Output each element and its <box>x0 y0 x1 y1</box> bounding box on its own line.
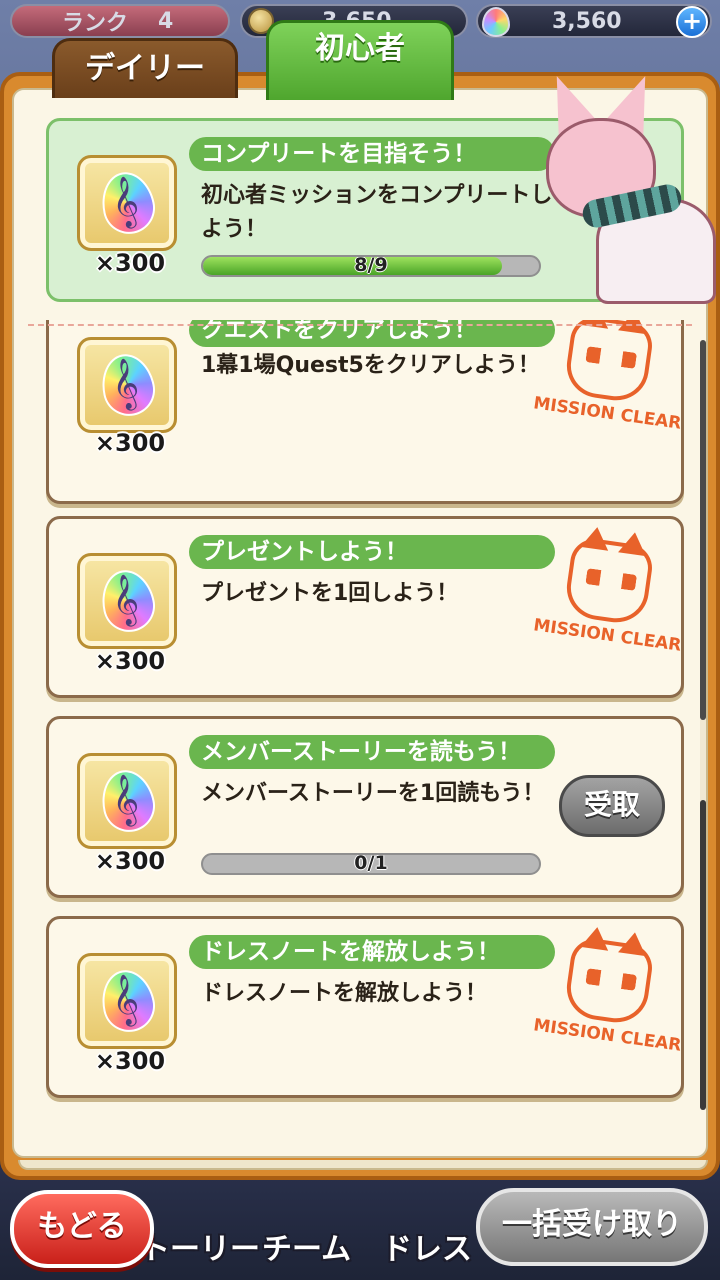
mission-description: 1幕1場Quest5をクリアしよう！ <box>201 353 540 378</box>
progress-text: 0/1 <box>354 853 388 874</box>
rank-value: 4 <box>158 8 174 34</box>
stamp-face-icon <box>562 535 656 627</box>
mission-clear-stamp: MISSION CLEAR <box>532 929 683 1076</box>
scroll-track-upper <box>700 340 706 720</box>
tab-daily[interactable]: デイリー <box>52 38 238 98</box>
gem-count: 3,560 <box>552 8 622 34</box>
paper-edge <box>18 1160 708 1170</box>
nav-story[interactable]: トーリー <box>140 1224 260 1268</box>
mission-title: プレゼントしよう！ <box>189 535 555 569</box>
mission-title: メンバーストーリーを読もう！ <box>189 735 555 769</box>
gem-icon <box>482 7 510 37</box>
plus-icon[interactable]: + <box>676 6 708 38</box>
gem-reward-icon <box>96 565 160 637</box>
mission-description: 初心者ミッションをコンプリートしよう！ <box>201 183 553 242</box>
mission-card: ×300 ドレスノートを解放しよう！ ドレスノートを解放しよう！ MISSION… <box>46 916 684 1098</box>
section-divider <box>28 324 692 326</box>
gem-display: 3,560 + <box>476 4 712 38</box>
progress-bar: 8/9 <box>201 255 541 277</box>
mascot-character <box>536 67 720 304</box>
claim-all-button[interactable]: 一括受け取り <box>476 1188 708 1266</box>
mission-clear-stamp: MISSION CLEAR <box>532 529 683 676</box>
gem-reward-icon <box>96 765 160 837</box>
reward-box <box>77 953 177 1049</box>
scroll-thumb[interactable] <box>700 800 706 1110</box>
bottom-nav: トーリー チーム ドレス もどる 一括受け取り <box>0 1180 720 1280</box>
reward-quantity: ×300 <box>94 1047 166 1075</box>
reward-box <box>77 753 177 849</box>
reward-box <box>77 155 177 251</box>
scrollbar[interactable] <box>700 340 706 1110</box>
gem-reward-icon <box>96 167 160 239</box>
mission-description: プレゼントを1回しよう！ <box>201 581 459 606</box>
stamp-face-icon <box>562 935 656 1027</box>
mission-card: ×300 メンバーストーリーを読もう！ メンバーストーリーを1回読もう！ 0/1… <box>46 716 684 898</box>
back-button[interactable]: もどる <box>10 1190 154 1268</box>
reward-box <box>77 337 177 433</box>
mission-list[interactable]: ×300 クエストをクリアしよう！ 1幕1場Quest5をクリアしよう！ MIS… <box>14 320 706 1156</box>
reward-box <box>77 553 177 649</box>
stamp-face-icon <box>562 320 656 405</box>
rank-display: ランク 4 <box>10 4 230 38</box>
mission-title: ドレスノートを解放しよう！ <box>189 935 555 969</box>
mission-card: ×300 クエストをクリアしよう！ 1幕1場Quest5をクリアしよう！ MIS… <box>46 320 684 504</box>
nav-dress[interactable]: ドレス <box>382 1224 472 1268</box>
nav-team[interactable]: チーム <box>262 1224 351 1268</box>
rank-label: ランク <box>62 11 129 36</box>
reward-quantity: ×300 <box>94 647 166 675</box>
mission-description: ドレスノートを解放しよう！ <box>201 981 488 1006</box>
gem-reward-icon <box>96 349 160 421</box>
reward-quantity: ×300 <box>94 429 166 457</box>
mission-title: コンプリートを目指そう！ <box>189 137 555 171</box>
mission-clear-stamp: MISSION CLEAR <box>532 320 683 453</box>
tab-beginner[interactable]: 初心者 <box>266 20 454 100</box>
reward-quantity: ×300 <box>94 249 166 277</box>
mission-description: メンバーストーリーを1回読もう！ <box>201 781 545 806</box>
gem-reward-icon <box>96 965 160 1037</box>
claim-button[interactable]: 受取 <box>559 775 665 837</box>
progress-text: 8/9 <box>354 255 388 276</box>
mission-card: ×300 プレゼントしよう！ プレゼントを1回しよう！ MISSION CLEA… <box>46 516 684 698</box>
reward-quantity: ×300 <box>94 847 166 875</box>
progress-bar: 0/1 <box>201 853 541 875</box>
